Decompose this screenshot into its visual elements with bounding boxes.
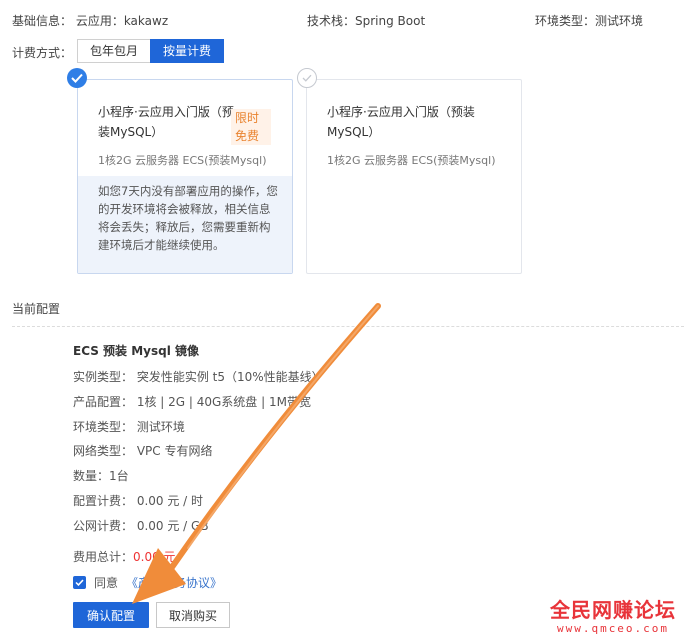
promo-badge: 限时免费 (231, 109, 271, 145)
confirm-config-button[interactable]: 确认配置 (73, 602, 149, 628)
basic-info: 基础信息： 云应用：kakawz (12, 14, 169, 28)
config-summary: ECS 预装 Mysql 镜像 实例类型： 突发性能实例 t5（10%性能基线）… (73, 342, 324, 539)
plan-title: 小程序·云应用入门版（预装MySQL） (327, 105, 475, 139)
watermark: 全民网赚论坛 www.qmceo.com (550, 598, 676, 636)
plan-card-selected[interactable]: 小程序·云应用入门版（预装MySQL） 限时免费 1核2G 云服务器 ECS(预… (77, 79, 293, 274)
config-line: 实例类型： 突发性能实例 t5（10%性能基线） (73, 370, 324, 384)
agreement-row: 同意 《产品服务协议》 (73, 574, 222, 591)
plan-title: 小程序·云应用入门版（预装MySQL） (98, 105, 234, 139)
agreement-prefix: 同意 (94, 576, 119, 590)
config-line: 环境类型： 测试环境 (73, 419, 185, 434)
config-line: 产品配置： 1核 | 2G | 40G系统盘 | 1M带宽 (73, 394, 311, 409)
basic-info-row: 基础信息： 云应用：kakawz 技术栈：Spring Boot 环境类型：测试… (12, 12, 688, 30)
config-line: 公网计费： 0.00 元 / GB (73, 518, 209, 533)
check-outline-icon (297, 68, 317, 88)
billing-option-pay-as-you-go[interactable]: 按量计费 (150, 39, 225, 63)
plan-spec: 1核2G 云服务器 ECS(预装Mysql) (327, 154, 496, 167)
agreement-link[interactable]: 《产品服务协议》 (126, 574, 222, 591)
check-icon (67, 68, 87, 88)
divider (12, 326, 684, 327)
billing-mode-toggle: 包年包月 按量计费 (77, 39, 225, 63)
config-line: 数量：1台 (73, 469, 129, 484)
plan-spec: 1核2G 云服务器 ECS(预装Mysql) (98, 154, 267, 167)
config-line: 网络类型： VPC 专有网络 (73, 444, 213, 459)
plan-release-note: 如您7天内没有部署应用的操作，您的开发环境将会被释放，相关信息将会丢失；释放后，… (78, 176, 292, 273)
watermark-url: www.qmceo.com (556, 622, 670, 635)
total-amount: 0.00 元 (133, 550, 176, 564)
total-cost: 费用总计：0.00 元 (73, 548, 176, 565)
billing-option-annual[interactable]: 包年包月 (77, 39, 151, 63)
total-label: 费用总计： (73, 550, 134, 564)
config-heading: ECS 预装 Mysql 镜像 (73, 344, 200, 358)
config-line: 配置计费： 0.00 元 / 时 (73, 493, 204, 508)
plan-card-unselected[interactable]: 小程序·云应用入门版（预装MySQL） 1核2G 云服务器 ECS(预装Mysq… (306, 79, 522, 274)
billing-label: 计费方式： (12, 46, 73, 60)
watermark-text: 全民网赚论坛 (550, 598, 676, 622)
current-config-label: 当前配置 (12, 302, 61, 316)
env-type: 环境类型：测试环境 (535, 14, 644, 28)
tech-stack: 技术栈：Spring Boot (307, 14, 426, 28)
agreement-checkbox[interactable] (73, 576, 86, 589)
cancel-purchase-button[interactable]: 取消购买 (156, 602, 230, 628)
